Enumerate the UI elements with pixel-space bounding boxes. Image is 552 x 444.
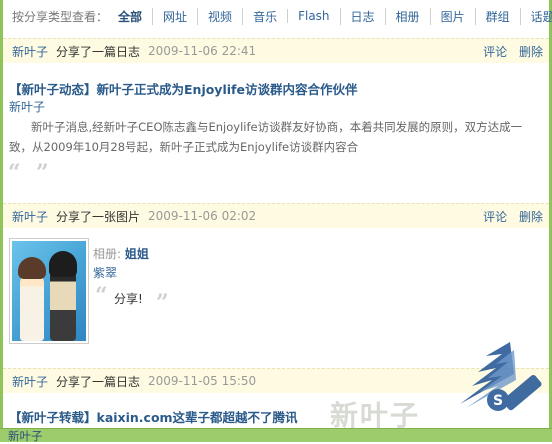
action-text: 分享了一张图片: [56, 209, 141, 224]
filter-video[interactable]: 视频: [197, 7, 242, 25]
filter-all[interactable]: 全部: [118, 8, 152, 25]
frame-bottom-bar: [0, 428, 552, 442]
timestamp: 2009-11-05 15:50: [148, 374, 257, 388]
filter-music[interactable]: 音乐: [242, 7, 287, 25]
filter-album[interactable]: 相册: [384, 7, 430, 25]
actor-link[interactable]: 新叶子: [12, 43, 48, 60]
timestamp: 2009-11-06 22:41: [148, 44, 257, 58]
delete-link[interactable]: 删除: [519, 45, 543, 59]
filter-url[interactable]: 网址: [152, 7, 197, 25]
item-actions: 评论 删除: [475, 208, 543, 225]
filter-topic[interactable]: 话题: [519, 7, 552, 25]
filter-photo[interactable]: 图片: [429, 7, 475, 25]
feed-item-header: 新叶子 分享了一篇日志 2009-11-06 22:41 评论 删除: [3, 38, 549, 63]
action-text: 分享了一篇日志: [56, 374, 141, 389]
filter-flash[interactable]: Flash: [287, 9, 339, 23]
quote-open-icon: “: [95, 283, 108, 309]
album-info: 相册: 姐姐: [93, 245, 149, 262]
blog-author-link[interactable]: 新叶子: [9, 98, 45, 115]
filter-label: 按分享类型查看：: [12, 9, 109, 24]
actor-link[interactable]: 新叶子: [12, 373, 48, 390]
photo-caption-link[interactable]: 紫翠: [93, 264, 117, 281]
site-logo-watermark: S: [460, 342, 542, 411]
quote-close-icon: ”: [156, 290, 169, 316]
blog-title-link[interactable]: 【新叶子转载】kaixin.com这辈子都超越不了腾讯: [9, 407, 298, 426]
blog-excerpt: 新叶子消息,经新叶子CEO陈志鑫与Enjoylife访谈群友好协商，本着共同发展…: [9, 120, 523, 154]
comment-link[interactable]: 评论: [483, 45, 507, 59]
share-type-filter-bar: 按分享类型查看： 全部 网址 视频 音乐 Flash 日志 相册 图片 群组 话…: [12, 7, 552, 25]
photo-thumbnail[interactable]: [9, 238, 89, 344]
quote-close-icon: ”: [36, 160, 49, 186]
item-actions: 评论 删除: [475, 43, 543, 60]
share-comment-text: 分享!: [114, 292, 143, 306]
timestamp: 2009-11-06 02:02: [148, 209, 257, 223]
svg-text:S: S: [493, 393, 503, 409]
filter-blog[interactable]: 日志: [339, 7, 385, 25]
album-name-link[interactable]: 姐姐: [125, 247, 149, 261]
filter-group[interactable]: 群组: [474, 7, 520, 25]
blog-title-link[interactable]: 【新叶子动态】新叶子正式成为Enjoylife访谈群内容合作伙伴: [9, 79, 357, 98]
action-text: 分享了一篇日志: [56, 44, 141, 59]
actor-link[interactable]: 新叶子: [12, 208, 48, 225]
comment-link[interactable]: 评论: [483, 210, 507, 224]
delete-link[interactable]: 删除: [519, 210, 543, 224]
album-label: 相册:: [93, 247, 122, 261]
quote-open-icon: “: [8, 160, 21, 186]
feed-item-header: 新叶子 分享了一张图片 2009-11-06 02:02 评论 删除: [3, 203, 549, 228]
